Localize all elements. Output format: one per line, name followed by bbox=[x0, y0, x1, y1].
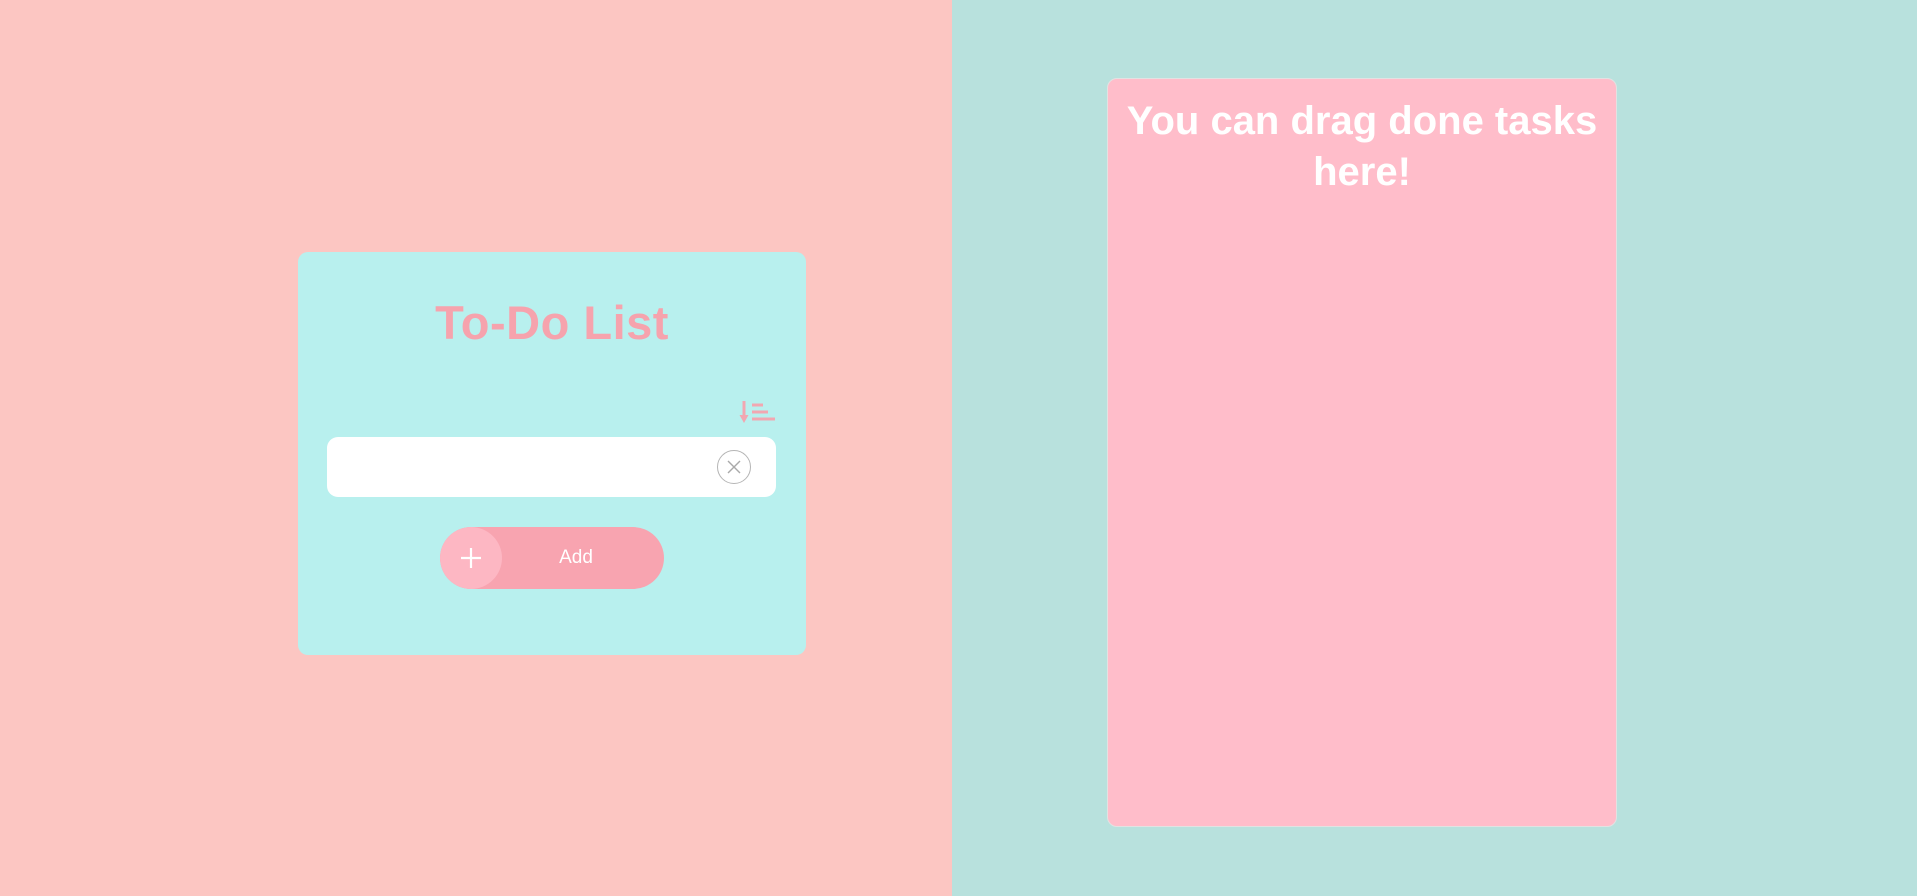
add-icon-circle bbox=[440, 527, 502, 589]
done-drop-zone[interactable]: You can drag done tasks here! bbox=[1107, 78, 1617, 827]
clear-input-button[interactable] bbox=[717, 450, 751, 484]
close-icon bbox=[727, 460, 741, 474]
todo-pane: To-Do List Add bbox=[0, 0, 952, 896]
plus-icon bbox=[461, 548, 481, 568]
sort-button[interactable] bbox=[739, 398, 779, 426]
task-input[interactable] bbox=[343, 447, 717, 489]
add-button-label: Add bbox=[559, 547, 593, 568]
done-pane: You can drag done tasks here! bbox=[952, 0, 1917, 896]
add-task-button[interactable]: Add bbox=[440, 527, 664, 589]
page: To-Do List Add You can drag done tasks h… bbox=[0, 0, 1917, 896]
todo-card: To-Do List Add bbox=[298, 252, 806, 655]
task-input-wrapper bbox=[327, 437, 776, 497]
sort-icon bbox=[739, 401, 775, 423]
page-title: To-Do List bbox=[435, 296, 669, 349]
done-panel-title: You can drag done tasks here! bbox=[1126, 99, 1598, 194]
